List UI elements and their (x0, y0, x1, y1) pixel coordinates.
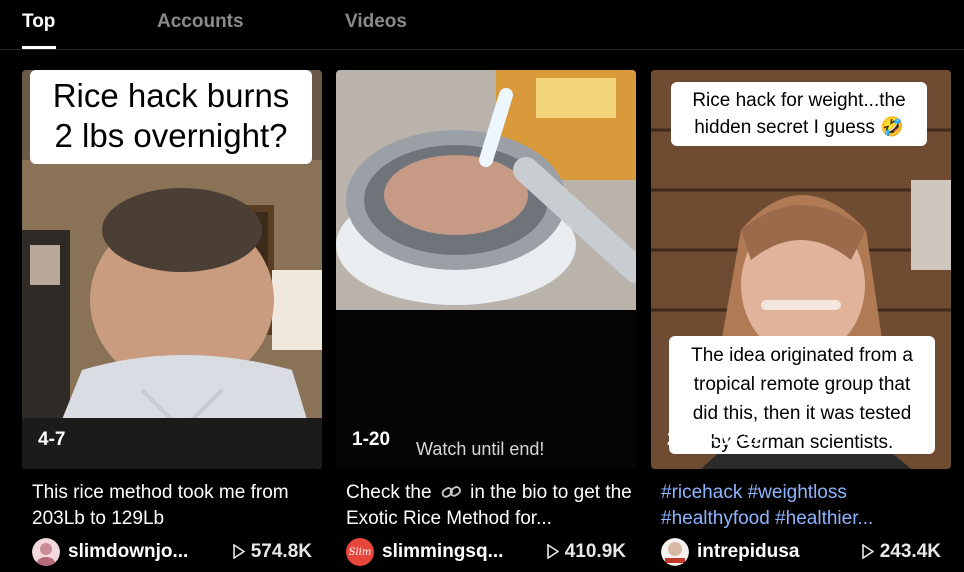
view-count-value: 410.9K (564, 541, 626, 562)
tab-accounts[interactable]: Accounts (157, 11, 244, 33)
video-description[interactable]: This rice method took me from 203Lb to 1… (32, 480, 322, 532)
thumbnail-image (336, 70, 636, 469)
video-byline: intrepidusa 243.4K (661, 538, 951, 566)
avatar[interactable] (32, 538, 60, 566)
caption-line: Rice hack burns (52, 77, 290, 114)
video-thumbnail[interactable]: Rice hack for weight...the hidden secret… (651, 70, 951, 469)
view-count: 243.4K (861, 541, 941, 563)
view-count-value: 574.8K (250, 541, 312, 562)
video-byline: slimdownjo... 574.8K (32, 538, 322, 566)
post-date: 2023-12-19 (667, 429, 765, 450)
tab-videos[interactable]: Videos (345, 11, 407, 33)
username[interactable]: slimdownjo... (68, 541, 188, 563)
avatar[interactable]: Slim (346, 538, 374, 566)
view-count: 574.8K (232, 541, 312, 563)
avatar[interactable] (661, 538, 689, 566)
caption-line: 2 lbs overnight? (54, 117, 288, 154)
tab-top[interactable]: Top (22, 11, 55, 33)
play-icon (546, 544, 559, 559)
video-description[interactable]: Check the in the bio to get the Exotic R… (346, 480, 636, 532)
thumbnail-caption: Rice hack for weight...the hidden secret… (671, 82, 927, 146)
caption-line: tropical remote group that (693, 374, 911, 395)
post-date: 1-20 (352, 429, 391, 450)
video-card[interactable]: Rice hack burns 2 lbs overnight? 4-7 Thi… (22, 70, 322, 566)
avatar-pink-icon (32, 538, 60, 566)
thumbnail-caption: Rice hack burns 2 lbs overnight? (30, 70, 312, 164)
caption-line: hidden secret I guess 🤣 (694, 117, 904, 138)
link-icon (441, 486, 461, 498)
search-tabs: Top Accounts Videos (0, 0, 964, 50)
username[interactable]: slimmingsq... (382, 541, 503, 563)
avatar-logo-text: Slim (348, 546, 372, 558)
view-count-value: 243.4K (879, 541, 941, 562)
video-byline: Slim slimmingsq... 410.9K (346, 538, 636, 566)
watch-overlay-text: Watch until end! (416, 439, 545, 459)
avatar-intrepid-icon (661, 538, 689, 566)
view-count: 410.9K (546, 541, 626, 563)
video-card[interactable]: Rice hack for weight...the hidden secret… (651, 70, 951, 566)
post-date: 4-7 (38, 429, 66, 450)
username[interactable]: intrepidusa (697, 541, 799, 563)
description-text: Check the (346, 482, 432, 503)
play-icon (232, 544, 245, 559)
caption-line: did this, then it was tested (692, 403, 912, 424)
video-card[interactable]: 1-20 Watch until end! Check the in the b… (336, 70, 636, 566)
play-icon (861, 544, 874, 559)
caption-line: Rice hack for weight...the (692, 90, 906, 111)
caption-line: The idea originated from a (691, 345, 913, 366)
video-thumbnail[interactable]: 1-20 Watch until end! (336, 70, 636, 469)
video-thumbnail[interactable]: Rice hack burns 2 lbs overnight? 4-7 (22, 70, 322, 469)
video-description[interactable]: #ricehack #weightloss #healthyfood #heal… (661, 480, 951, 532)
active-tab-indicator (22, 46, 56, 49)
